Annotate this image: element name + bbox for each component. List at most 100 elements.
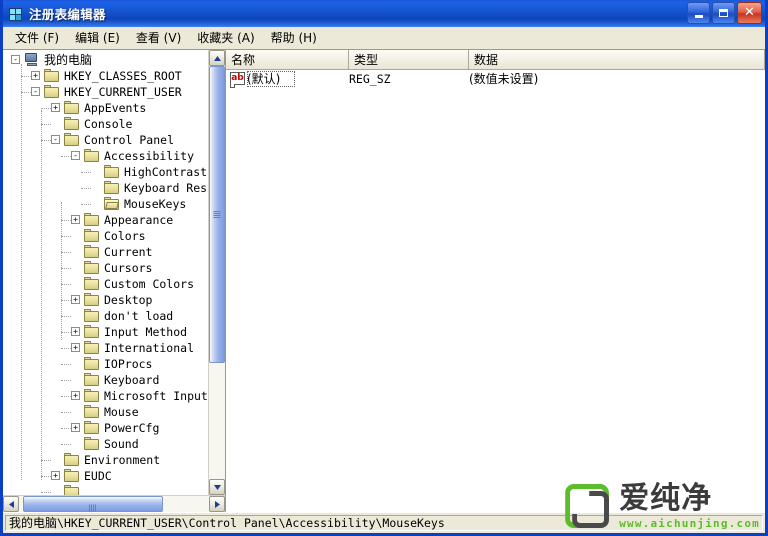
tree-node[interactable]: Identities — [3, 484, 208, 495]
tree-expand-icon[interactable]: + — [51, 471, 60, 480]
tree-connector — [61, 428, 71, 429]
tree-expand-icon[interactable]: + — [71, 391, 80, 400]
column-header-label: 类型 — [354, 51, 378, 68]
hscroll-thumb[interactable] — [23, 496, 164, 512]
tree-connector — [41, 140, 51, 141]
tree-expand-icon[interactable]: + — [51, 103, 60, 112]
tree-expand-icon[interactable]: + — [71, 343, 80, 352]
menu-help[interactable]: 帮助 (H) — [263, 27, 325, 48]
column-header-label: 名称 — [231, 51, 255, 68]
tree-node[interactable]: + AppEvents — [3, 100, 208, 116]
tree-node[interactable]: Console — [3, 116, 208, 132]
tree-node-label: PowerCfg — [104, 420, 159, 436]
listview-body[interactable]: ab(默认)REG_SZ(数值未设置) — [226, 70, 765, 512]
tree-node[interactable]: -Control Panel — [3, 132, 208, 148]
tree-node-label: Identities — [84, 484, 153, 495]
folder-icon — [84, 325, 100, 338]
scroll-right-button[interactable] — [209, 496, 225, 512]
folder-icon — [64, 117, 80, 130]
menu-file[interactable]: 文件 (F) — [7, 27, 67, 48]
tree-expand-icon[interactable]: + — [71, 327, 80, 336]
close-button[interactable]: ✕ — [737, 2, 762, 24]
tree-expand-icon[interactable]: + — [71, 215, 80, 224]
tree-expand-icon[interactable]: + — [31, 71, 40, 80]
tree-collapse-icon[interactable]: - — [31, 87, 40, 96]
hscroll-track[interactable] — [19, 496, 209, 512]
tree-node-label: HKEY_CURRENT_USER — [64, 84, 182, 100]
tree-vertical-scrollbar[interactable] — [208, 50, 225, 495]
menu-view[interactable]: 查看 (V) — [128, 27, 189, 48]
folder-icon — [84, 373, 100, 386]
tree-node[interactable]: Keyboard — [3, 372, 208, 388]
listview-header[interactable]: 名称 类型 数据 — [226, 50, 765, 70]
scroll-left-button[interactable] — [3, 496, 19, 512]
tree-node-label: 我的电脑 — [44, 52, 92, 68]
tree-node[interactable]: Sound — [3, 436, 208, 452]
vscroll-thumb[interactable] — [209, 66, 225, 363]
tree-connector — [61, 300, 71, 301]
tree-collapse-icon[interactable]: - — [11, 55, 20, 64]
vscroll-track[interactable] — [209, 66, 225, 479]
menu-bar: 文件 (F) 编辑 (E) 查看 (V) 收藏夹 (A) 帮助 (H) — [3, 27, 765, 49]
menu-edit[interactable]: 编辑 (E) — [67, 27, 128, 48]
tree-connector — [41, 108, 51, 109]
tree-node[interactable]: Current — [3, 244, 208, 260]
listview-column-header[interactable]: 名称 — [226, 50, 349, 69]
tree-node[interactable]: + PowerCfg — [3, 420, 208, 436]
minimize-button[interactable] — [687, 2, 710, 24]
values-pane: 名称 类型 数据 ab(默认)REG_SZ(数值未设置) — [225, 49, 765, 512]
tree-collapse-icon[interactable]: - — [71, 151, 80, 160]
tree-node[interactable]: Colors — [3, 228, 208, 244]
tree-expand-icon[interactable]: + — [71, 423, 80, 432]
listview-column-header[interactable]: 数据 — [469, 50, 765, 69]
tree-node[interactable]: Cursors — [3, 260, 208, 276]
tree-connector — [81, 172, 91, 173]
folder-icon — [64, 133, 80, 146]
tree-expand-icon[interactable]: + — [71, 295, 80, 304]
registry-tree[interactable]: - 我的电脑+HKEY_CLASSES_ROOT - HKEY_CURRENT_USE… — [3, 50, 208, 495]
tree-node[interactable]: +HKEY_CLASSES_ROOT — [3, 68, 208, 84]
tree-node[interactable]: + Desktop — [3, 292, 208, 308]
tree-node[interactable]: - HKEY_CURRENT_USER — [3, 84, 208, 100]
hscroll-grip — [89, 501, 97, 508]
tree-node[interactable]: +International — [3, 340, 208, 356]
listview-column-header[interactable]: 类型 — [349, 50, 469, 69]
tree-node[interactable]: Custom Colors — [3, 276, 208, 292]
tree-node[interactable]: MouseKeys — [3, 196, 208, 212]
title-bar[interactable]: 注册表编辑器 ✕ — [3, 0, 765, 27]
scroll-down-button[interactable] — [209, 479, 225, 495]
scroll-up-button[interactable] — [209, 50, 225, 66]
tree-node-label: AppEvents — [84, 100, 146, 116]
tree-node[interactable]: HighContrast — [3, 164, 208, 180]
maximize-button[interactable] — [712, 2, 735, 24]
tree-node[interactable]: -Accessibility — [3, 148, 208, 164]
tree-node[interactable]: +EUDC — [3, 468, 208, 484]
tree-node-label: Keyboard — [104, 372, 159, 388]
tree-node[interactable]: +Appearance — [3, 212, 208, 228]
tree-node-label: Sound — [104, 436, 139, 452]
listview-cell-type: REG_SZ — [349, 70, 391, 89]
tree-node[interactable]: Keyboard Respo — [3, 180, 208, 196]
tree-node[interactable]: +Input Method — [3, 324, 208, 340]
tree-connector — [41, 492, 51, 493]
tree-node[interactable]: IOProcs — [3, 356, 208, 372]
tree-horizontal-scrollbar[interactable] — [3, 495, 225, 512]
tree-node-label: IOProcs — [104, 356, 152, 372]
tree-node[interactable]: +Microsoft Input D — [3, 388, 208, 404]
folder-icon — [84, 149, 100, 162]
tree-node[interactable]: Environment — [3, 452, 208, 468]
tree-node-label: Environment — [84, 452, 160, 468]
tree-node[interactable]: don't load — [3, 308, 208, 324]
tree-node[interactable]: - 我的电脑 — [3, 52, 208, 68]
folder-icon — [84, 213, 100, 226]
registry-editor-icon — [8, 6, 24, 22]
tree-collapse-icon[interactable]: - — [51, 135, 60, 144]
listview-row[interactable]: ab(默认)REG_SZ(数值未设置) — [226, 70, 765, 89]
folder-open-icon — [104, 197, 120, 210]
menu-favorites[interactable]: 收藏夹 (A) — [189, 27, 262, 48]
tree-node-label: Desktop — [104, 292, 152, 308]
tree-connector — [41, 460, 51, 461]
tree-trunk-line — [61, 202, 62, 340]
tree-node[interactable]: Mouse — [3, 404, 208, 420]
folder-icon — [84, 389, 100, 402]
